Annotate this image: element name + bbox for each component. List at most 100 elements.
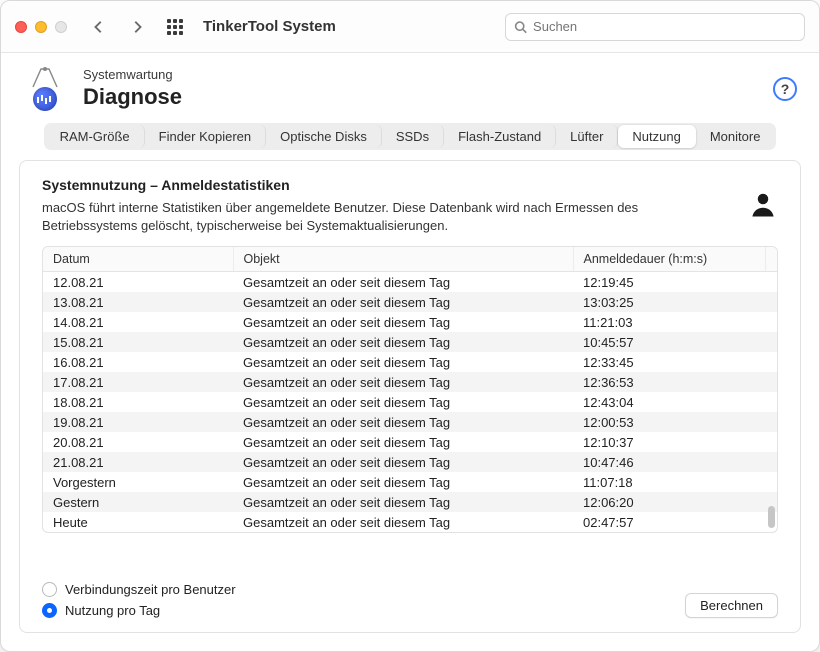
section-text: Systemnutzung – Anmeldestatistiken macOS… <box>42 177 682 234</box>
cell-object: Gesamtzeit an oder seit diesem Tag <box>233 472 573 492</box>
tab-flash[interactable]: Flash-Zustand <box>444 125 556 148</box>
table-row[interactable]: 21.08.21Gesamtzeit an oder seit diesem T… <box>43 452 777 472</box>
apps-grid-button[interactable] <box>161 13 189 41</box>
radio-per-day-label: Nutzung pro Tag <box>65 603 160 618</box>
cell-duration: 12:10:37 <box>573 432 765 452</box>
scrollbar-thumb[interactable] <box>768 506 775 528</box>
cell-date: 16.08.21 <box>43 352 233 372</box>
user-icon <box>748 189 778 222</box>
chevron-left-icon <box>92 20 106 34</box>
cell-object: Gesamtzeit an oder seit diesem Tag <box>233 352 573 372</box>
app-window: TinkerTool System Systemwartung Diagnose… <box>0 0 820 652</box>
grid-icon <box>167 19 183 35</box>
col-header-scroll <box>765 247 777 272</box>
table-row[interactable]: 12.08.21Gesamtzeit an oder seit diesem T… <box>43 272 777 293</box>
cell-object: Gesamtzeit an oder seit diesem Tag <box>233 492 573 512</box>
section-description: macOS führt interne Statistiken über ang… <box>42 199 682 234</box>
zoom-window-button[interactable] <box>55 21 67 33</box>
section-title: Systemnutzung – Anmeldestatistiken <box>42 177 682 193</box>
close-window-button[interactable] <box>15 21 27 33</box>
cell-date: 17.08.21 <box>43 372 233 392</box>
breadcrumb: Systemwartung <box>83 67 182 82</box>
cell-object: Gesamtzeit an oder seit diesem Tag <box>233 412 573 432</box>
table-row[interactable]: GesternGesamtzeit an oder seit diesem Ta… <box>43 492 777 512</box>
table-row[interactable]: VorgesternGesamtzeit an oder seit diesem… <box>43 472 777 492</box>
radio-circle-icon <box>42 582 57 597</box>
table-row[interactable]: HeuteGesamtzeit an oder seit diesem Tag0… <box>43 512 777 532</box>
tab-ram[interactable]: RAM-Größe <box>46 125 145 148</box>
cell-spacer <box>765 392 777 412</box>
tab-usage[interactable]: Nutzung <box>618 125 695 148</box>
disc-icon <box>33 87 57 111</box>
nav-back-button[interactable] <box>85 13 113 41</box>
cell-duration: 02:47:57 <box>573 512 765 532</box>
caliper-icon <box>29 67 61 89</box>
page-title: Diagnose <box>83 84 182 110</box>
title-block: Systemwartung Diagnose <box>83 67 182 110</box>
card-footer: Verbindungszeit pro Benutzer Nutzung pro… <box>20 566 800 618</box>
radio-per-day[interactable]: Nutzung pro Tag <box>42 603 236 618</box>
tab-monitors[interactable]: Monitore <box>696 125 775 148</box>
cell-object: Gesamtzeit an oder seit diesem Tag <box>233 312 573 332</box>
search-input[interactable] <box>533 19 796 34</box>
table-row[interactable]: 13.08.21Gesamtzeit an oder seit diesem T… <box>43 292 777 312</box>
tab-optical[interactable]: Optische Disks <box>266 125 382 148</box>
table-row[interactable]: 19.08.21Gesamtzeit an oder seit diesem T… <box>43 412 777 432</box>
table-row[interactable]: 18.08.21Gesamtzeit an oder seit diesem T… <box>43 392 777 412</box>
usage-table: Datum Objekt Anmeldedauer (h:m:s) 12.08.… <box>43 247 777 532</box>
tab-ssds[interactable]: SSDs <box>382 125 444 148</box>
table-row[interactable]: 20.08.21Gesamtzeit an oder seit diesem T… <box>43 432 777 452</box>
cell-duration: 10:47:46 <box>573 452 765 472</box>
table-row[interactable]: 15.08.21Gesamtzeit an oder seit diesem T… <box>43 332 777 352</box>
cell-date: 18.08.21 <box>43 392 233 412</box>
col-header-duration[interactable]: Anmeldedauer (h:m:s) <box>573 247 765 272</box>
cell-spacer <box>765 412 777 432</box>
tab-fans[interactable]: Lüfter <box>556 125 618 148</box>
window-title: TinkerTool System <box>203 18 336 35</box>
cell-object: Gesamtzeit an oder seit diesem Tag <box>233 452 573 472</box>
cell-object: Gesamtzeit an oder seit diesem Tag <box>233 292 573 312</box>
cell-object: Gesamtzeit an oder seit diesem Tag <box>233 392 573 412</box>
cell-object: Gesamtzeit an oder seit diesem Tag <box>233 432 573 452</box>
nav-forward-button[interactable] <box>123 13 151 41</box>
compute-button[interactable]: Berechnen <box>685 593 778 618</box>
table-row[interactable]: 14.08.21Gesamtzeit an oder seit diesem T… <box>43 312 777 332</box>
cell-spacer <box>765 452 777 472</box>
help-button[interactable]: ? <box>773 77 797 101</box>
cell-date: 20.08.21 <box>43 432 233 452</box>
cell-duration: 10:45:57 <box>573 332 765 352</box>
radio-group: Verbindungszeit pro Benutzer Nutzung pro… <box>42 582 236 618</box>
cell-duration: 12:19:45 <box>573 272 765 293</box>
table-row[interactable]: 17.08.21Gesamtzeit an oder seit diesem T… <box>43 372 777 392</box>
col-header-object[interactable]: Objekt <box>233 247 573 272</box>
content-card: Systemnutzung – Anmeldestatistiken macOS… <box>19 160 801 633</box>
help-icon: ? <box>781 81 790 97</box>
radio-per-user[interactable]: Verbindungszeit pro Benutzer <box>42 582 236 597</box>
cell-spacer <box>765 432 777 452</box>
cell-duration: 12:06:20 <box>573 492 765 512</box>
cell-date: 19.08.21 <box>43 412 233 432</box>
table-row[interactable]: 16.08.21Gesamtzeit an oder seit diesem T… <box>43 352 777 372</box>
cell-duration: 12:43:04 <box>573 392 765 412</box>
search-icon <box>514 20 527 34</box>
cell-spacer <box>765 472 777 492</box>
cell-duration: 12:36:53 <box>573 372 765 392</box>
cell-spacer <box>765 372 777 392</box>
chevron-right-icon <box>130 20 144 34</box>
page-header: Systemwartung Diagnose ? <box>1 53 819 117</box>
cell-date: 14.08.21 <box>43 312 233 332</box>
cell-object: Gesamtzeit an oder seit diesem Tag <box>233 372 573 392</box>
tab-bar-inner: RAM-Größe Finder Kopieren Optische Disks… <box>44 123 777 150</box>
cell-spacer <box>765 272 777 293</box>
cell-spacer <box>765 332 777 352</box>
cell-duration: 11:21:03 <box>573 312 765 332</box>
tab-finder[interactable]: Finder Kopieren <box>145 125 267 148</box>
minimize-window-button[interactable] <box>35 21 47 33</box>
cell-object: Gesamtzeit an oder seit diesem Tag <box>233 332 573 352</box>
radio-per-user-label: Verbindungszeit pro Benutzer <box>65 582 236 597</box>
cell-date: Gestern <box>43 492 233 512</box>
cell-duration: 13:03:25 <box>573 292 765 312</box>
col-header-date[interactable]: Datum <box>43 247 233 272</box>
search-field[interactable] <box>505 13 805 41</box>
cell-spacer <box>765 312 777 332</box>
